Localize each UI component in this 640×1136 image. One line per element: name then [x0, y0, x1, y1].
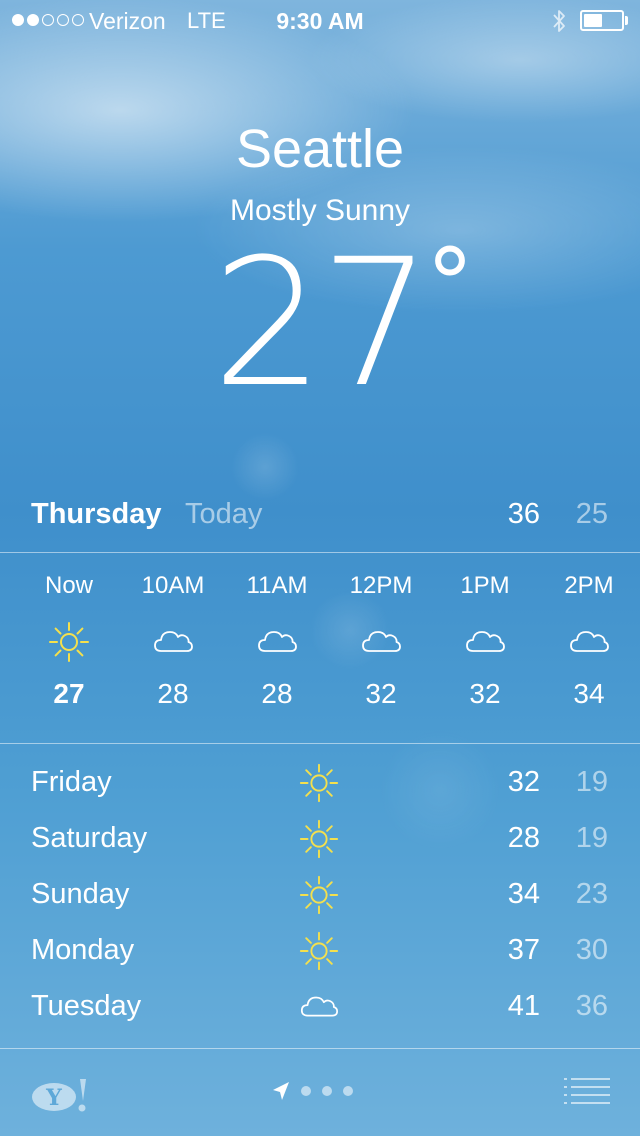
bottom-toolbar: Y: [0, 1049, 640, 1136]
hourly-item: 2PM 34: [537, 553, 640, 710]
hourly-item: 10AM 28: [121, 553, 225, 710]
today-low: 25: [575, 498, 608, 530]
day-high: 34: [507, 878, 540, 910]
list-icon[interactable]: [564, 1077, 610, 1105]
hourly-forecast[interactable]: Now 27 10AM 28 11AM 28 12PM 32 1PM 32 2PM 34: [0, 553, 640, 743]
day-name: Sunday: [31, 878, 130, 910]
hour-temperature: 34: [573, 678, 605, 709]
day-name: Monday: [31, 934, 135, 966]
today-summary: Thursday Today 36 25: [0, 492, 640, 542]
day-high: 32: [507, 766, 540, 798]
page-dot: [343, 1086, 353, 1096]
day-low: 23: [575, 878, 608, 910]
cloud-icon: [359, 620, 403, 664]
city-name: Seattle: [235, 119, 405, 179]
today-high: 36: [507, 498, 540, 530]
hour-label: 2PM: [564, 572, 614, 599]
daily-row: Tuesday 41 36: [0, 980, 640, 1036]
day-high: 37: [507, 934, 540, 966]
day-low: 30: [575, 934, 608, 966]
hourly-item: Now 27: [17, 553, 121, 710]
hour-temperature: 28: [261, 678, 293, 709]
today-day-name: Thursday: [31, 498, 162, 530]
sun-icon: [47, 620, 91, 664]
cloud-icon: [255, 620, 299, 664]
hour-label: 1PM: [460, 572, 510, 599]
today-label: Today: [185, 498, 263, 530]
hourly-item: 1PM 32: [433, 553, 537, 710]
page-indicator[interactable]: [272, 1081, 353, 1101]
cloud-icon: [151, 620, 195, 664]
day-low: 19: [575, 822, 608, 854]
hour-label: 11AM: [246, 572, 308, 599]
bluetooth-icon: [553, 10, 565, 32]
day-name: Saturday: [31, 822, 148, 854]
hour-temperature: 32: [469, 678, 501, 709]
temperature-value: 27: [212, 221, 432, 426]
degree-symbol: °: [425, 228, 474, 340]
cloud-icon: [463, 620, 507, 664]
day-name: Friday: [31, 766, 112, 798]
daily-row: Sunday 34 23: [0, 868, 640, 924]
location-arrow-icon: [273, 1082, 289, 1100]
sun-icon: [298, 874, 340, 916]
day-low: 19: [575, 766, 608, 798]
cloud-icon: [567, 620, 611, 664]
daily-row: Saturday 28 19: [0, 812, 640, 868]
day-high: 41: [507, 990, 540, 1022]
cloud-icon: [298, 986, 340, 1028]
status-time: 9:30 AM: [276, 8, 364, 34]
hourly-item: 11AM 28: [225, 553, 329, 710]
hour-temperature: 27: [53, 678, 85, 709]
day-name: Tuesday: [31, 990, 142, 1022]
day-high: 28: [507, 822, 540, 854]
sun-icon: [298, 930, 340, 972]
hour-label: 12PM: [349, 572, 413, 599]
page-dot: [301, 1086, 311, 1096]
status-bar: Verizon LTE 9:30 AM: [0, 0, 640, 40]
sun-icon: [298, 818, 340, 860]
daily-row: Friday 32 19: [0, 756, 640, 812]
svg-text:Y: Y: [45, 1085, 62, 1111]
daily-row: Monday 37 30: [0, 924, 640, 980]
page-dot: [322, 1086, 332, 1096]
divider: [0, 743, 640, 744]
day-low: 36: [575, 990, 608, 1022]
battery-nub: [625, 16, 628, 25]
current-temperature: 27 °: [0, 236, 640, 412]
battery-level: [584, 14, 602, 27]
hour-temperature: 32: [365, 678, 397, 709]
sun-icon: [298, 762, 340, 804]
battery-icon: [580, 10, 624, 31]
hour-temperature: 28: [157, 678, 189, 709]
yahoo-logo-icon[interactable]: Y: [30, 1075, 90, 1115]
hour-label: 10AM: [141, 572, 205, 599]
hourly-item: 12PM 32: [329, 553, 433, 710]
hour-label: Now: [44, 572, 93, 599]
